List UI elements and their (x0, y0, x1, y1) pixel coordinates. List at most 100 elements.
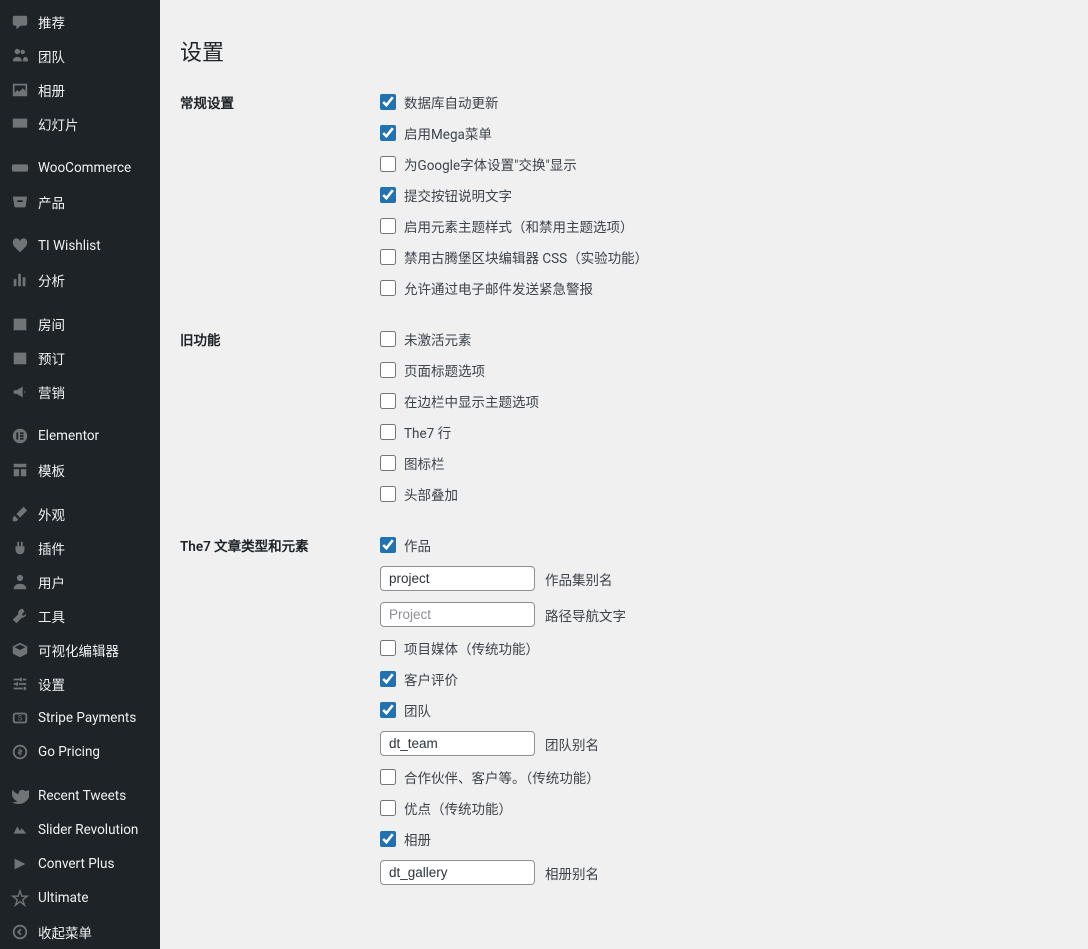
sidebar-item-slides[interactable]: 幻灯片 (0, 107, 160, 141)
sidebar-item-label: Go Pricing (38, 744, 100, 760)
legacy-option-3-label[interactable]: The7 行 (404, 422, 451, 442)
partners-label[interactable]: 合作伙伴、客户等。（传统功能） (404, 767, 600, 787)
brush-icon (10, 504, 30, 524)
sidebar-item-user[interactable]: 用户 (0, 565, 160, 599)
media-checkbox[interactable] (380, 640, 396, 656)
convert-icon (10, 854, 30, 874)
slider-icon (10, 820, 30, 840)
comment-icon (10, 12, 30, 32)
sidebar-item-plugin[interactable]: 插件 (0, 531, 160, 565)
sidebar-item-elementor[interactable]: Elementor (0, 419, 160, 453)
general-option-1-label[interactable]: 启用Mega菜单 (404, 123, 492, 143)
elementor-icon (10, 426, 30, 446)
legacy-option-1-checkbox[interactable] (380, 362, 396, 378)
sidebar-item-calendar[interactable]: 房间 (0, 307, 160, 341)
works-label[interactable]: 作品 (404, 535, 431, 555)
gallery-checkbox[interactable] (380, 831, 396, 847)
general-option-2-label[interactable]: 为Google字体设置"交换"显示 (404, 154, 577, 174)
works-checkbox[interactable] (380, 537, 396, 553)
general-option-4-label[interactable]: 启用元素主题样式（和禁用主题选项） (404, 216, 634, 236)
sidebar-item-label: Stripe Payments (38, 710, 136, 726)
benefits-checkbox[interactable] (380, 800, 396, 816)
partners-checkbox[interactable] (380, 769, 396, 785)
sidebar-item-megaphone[interactable]: 营销 (0, 375, 160, 409)
sidebar-item-template[interactable]: 模板 (0, 453, 160, 487)
legacy-option-3-checkbox[interactable] (380, 424, 396, 440)
legacy-option-5-label[interactable]: 头部叠加 (404, 484, 458, 504)
sidebar-item-label: Elementor (38, 428, 99, 444)
sidebar-item-brush[interactable]: 外观 (0, 497, 160, 531)
media-label[interactable]: 项目媒体（传统功能） (404, 638, 539, 658)
sidebar-item-label: 用户 (38, 572, 65, 592)
sidebar-item-wrench[interactable]: 工具 (0, 599, 160, 633)
general-option-5-label[interactable]: 禁用古腾堡区块编辑器 CSS（实验功能） (404, 247, 648, 267)
sidebar-item-comment[interactable]: 推荐 (0, 5, 160, 39)
legacy-option-0-label[interactable]: 未激活元素 (404, 329, 472, 349)
sidebar-item-label: 收起菜单 (38, 922, 92, 942)
svg-text:S: S (18, 714, 22, 723)
sidebar-item-pricing[interactable]: Go Pricing (0, 735, 160, 769)
calendar-icon (10, 314, 30, 334)
general-option-0-checkbox[interactable] (380, 94, 396, 110)
sidebar-item-settings[interactable]: 设置 (0, 667, 160, 701)
admin-sidebar: 推荐团队相册幻灯片 WooCommerce产品 TI Wishlist 分析房间预订营… (0, 0, 160, 949)
team-checkbox[interactable] (380, 702, 396, 718)
sidebar-item-label: 营销 (38, 382, 65, 402)
page-title: 设置 (180, 35, 1068, 67)
general-option-5-checkbox[interactable] (380, 249, 396, 265)
plugin-icon (10, 538, 30, 558)
testimonials-checkbox[interactable] (380, 671, 396, 687)
general-option-1-checkbox[interactable] (380, 125, 396, 141)
testimonials-label[interactable]: 客户评价 (404, 669, 458, 689)
megaphone-icon (10, 382, 30, 402)
legacy-option-5-checkbox[interactable] (380, 486, 396, 502)
team-label[interactable]: 团队 (404, 700, 431, 720)
sidebar-item-label: 可视化编辑器 (38, 640, 119, 660)
benefits-label[interactable]: 优点（传统功能） (404, 798, 512, 818)
general-option-4-checkbox[interactable] (380, 218, 396, 234)
legacy-option-2-label[interactable]: 在边栏中显示主题选项 (404, 391, 539, 411)
general-option-6-checkbox[interactable] (380, 280, 396, 296)
wrench-icon (10, 606, 30, 626)
sidebar-item-ultimate[interactable]: Ultimate (0, 881, 160, 915)
sidebar-item-label: Slider Revolution (38, 822, 138, 838)
works-slug-label: 作品集别名 (545, 569, 613, 589)
sidebar-item-users[interactable]: 团队 (0, 39, 160, 73)
sidebar-item-twitter[interactable]: Recent Tweets (0, 779, 160, 813)
sidebar-item-images[interactable]: 相册 (0, 73, 160, 107)
general-option-3-checkbox[interactable] (380, 187, 396, 203)
legacy-option-0-checkbox[interactable] (380, 331, 396, 347)
works-breadcrumb-input[interactable] (380, 602, 535, 627)
legacy-option-4-label[interactable]: 图标栏 (404, 453, 445, 473)
sidebar-item-product[interactable]: 产品 (0, 185, 160, 219)
gallery-label[interactable]: 相册 (404, 829, 431, 849)
section-general-label: 常规设置 (180, 92, 380, 112)
gallery-slug-input[interactable] (380, 860, 535, 885)
sidebar-item-label: 推荐 (38, 12, 65, 32)
chart-icon (10, 270, 30, 290)
works-breadcrumb-label: 路径导航文字 (545, 605, 626, 625)
legacy-option-4-checkbox[interactable] (380, 455, 396, 471)
sidebar-item-stripe[interactable]: S Stripe Payments (0, 701, 160, 735)
legacy-option-1-label[interactable]: 页面标题选项 (404, 360, 485, 380)
booking-icon (10, 348, 30, 368)
heart-icon (10, 236, 30, 256)
sidebar-item-woo[interactable]: WooCommerce (0, 151, 160, 185)
general-option-3-label[interactable]: 提交按钮说明文字 (404, 185, 512, 205)
slides-icon (10, 114, 30, 134)
sidebar-item-convert[interactable]: Convert Plus (0, 847, 160, 881)
sidebar-item-collapse[interactable]: 收起菜单 (0, 915, 160, 949)
sidebar-item-booking[interactable]: 预订 (0, 341, 160, 375)
legacy-option-2-checkbox[interactable] (380, 393, 396, 409)
general-option-2-checkbox[interactable] (380, 156, 396, 172)
sidebar-item-visual[interactable]: 可视化编辑器 (0, 633, 160, 667)
general-option-6-label[interactable]: 允许通过电子邮件发送紧急警报 (404, 278, 593, 298)
team-slug-input[interactable] (380, 731, 535, 756)
sidebar-item-chart[interactable]: 分析 (0, 263, 160, 297)
works-slug-input[interactable] (380, 566, 535, 591)
general-option-0-label[interactable]: 数据库自动更新 (404, 92, 499, 112)
sidebar-item-label: 分析 (38, 270, 65, 290)
sidebar-item-label: 团队 (38, 46, 65, 66)
sidebar-item-slider[interactable]: Slider Revolution (0, 813, 160, 847)
sidebar-item-heart[interactable]: TI Wishlist (0, 229, 160, 263)
